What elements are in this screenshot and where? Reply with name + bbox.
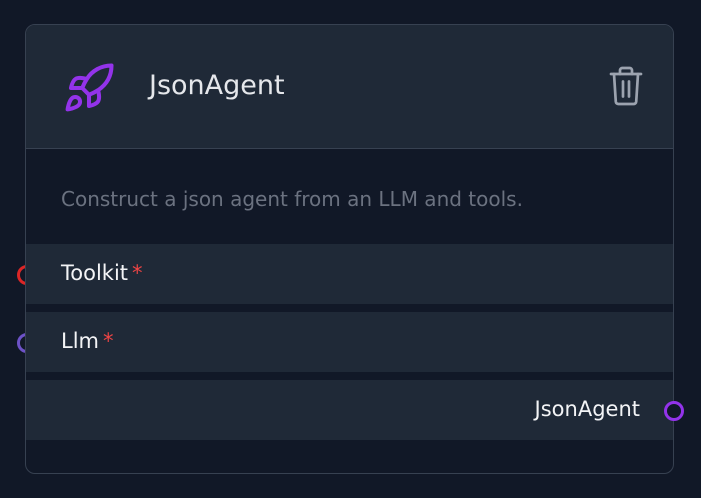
node-header: JsonAgent <box>26 25 673 149</box>
toolkit-label-text: Toolkit <box>61 261 129 285</box>
llm-label-text: Llm <box>61 329 99 353</box>
json-agent-node[interactable]: JsonAgent Construct a json agent from an… <box>25 24 674 474</box>
output-param-row: JsonAgent <box>26 380 673 440</box>
toolkit-label: Toolkit * <box>61 261 143 285</box>
output-label: JsonAgent <box>534 397 640 421</box>
node-description: Construct a json agent from an LLM and t… <box>61 187 523 211</box>
required-marker: * <box>132 261 143 285</box>
toolkit-param-row: Toolkit * <box>26 244 673 304</box>
node-title: JsonAgent <box>149 70 285 101</box>
llm-param-row: Llm * <box>26 312 673 372</box>
required-marker: * <box>103 329 114 353</box>
trash-icon[interactable] <box>608 65 644 107</box>
json-agent-output-handle[interactable] <box>664 401 684 421</box>
rocket-icon <box>65 63 114 112</box>
llm-label: Llm * <box>61 329 114 353</box>
flow-canvas[interactable]: JsonAgent Construct a json agent from an… <box>0 0 701 498</box>
